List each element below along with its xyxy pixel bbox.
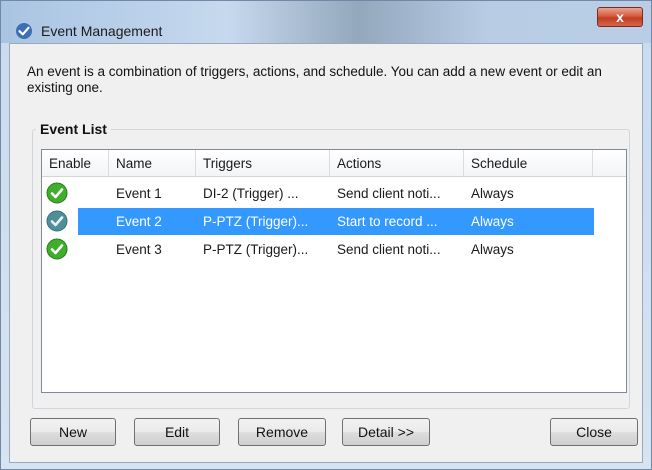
row-schedule: Always	[471, 186, 514, 201]
row-name: Event 2	[116, 214, 162, 229]
row-triggers: P-PTZ (Trigger)...	[203, 214, 309, 229]
row-actions: Send client noti...	[337, 242, 441, 257]
row-name: Event 1	[116, 186, 162, 201]
event-list-view[interactable]: Enable Name Triggers Actions Schedule Ev…	[41, 149, 627, 393]
table-row-selected[interactable]: Event 2 P-PTZ (Trigger)... Start to reco…	[42, 208, 626, 235]
row-schedule: Always	[471, 214, 514, 229]
title-bar[interactable]: Event Management x	[1, 1, 651, 43]
event-management-window: Event Management x An event is a combina…	[0, 0, 652, 470]
enabled-check-icon[interactable]	[46, 238, 68, 260]
close-button[interactable]: Close	[550, 418, 638, 446]
column-header-schedule[interactable]: Schedule	[464, 150, 593, 176]
close-icon: x	[616, 9, 624, 25]
event-list-title: Event List	[36, 121, 111, 137]
description-text: An event is a combination of triggers, a…	[27, 64, 602, 95]
table-row[interactable]: Event 3 P-PTZ (Trigger)... Send client n…	[42, 236, 626, 263]
row-actions: Send client noti...	[337, 186, 441, 201]
remove-button[interactable]: Remove	[238, 418, 326, 446]
enabled-check-icon[interactable]	[46, 210, 68, 232]
column-header-name[interactable]: Name	[109, 150, 196, 176]
edit-button[interactable]: Edit	[134, 418, 220, 446]
list-header: Enable Name Triggers Actions Schedule	[42, 150, 626, 177]
enabled-check-icon[interactable]	[46, 182, 68, 204]
app-shield-icon	[16, 23, 32, 39]
row-schedule: Always	[471, 242, 514, 257]
detail-button[interactable]: Detail >>	[342, 418, 430, 446]
row-triggers: P-PTZ (Trigger)...	[203, 242, 309, 257]
dialog-body: An event is a combination of triggers, a…	[9, 43, 643, 463]
window-close-button[interactable]: x	[597, 7, 643, 27]
row-actions: Start to record ...	[337, 214, 438, 229]
new-button[interactable]: New	[30, 418, 116, 446]
row-triggers: DI-2 (Trigger) ...	[203, 186, 299, 201]
table-row[interactable]: Event 1 DI-2 (Trigger) ... Send client n…	[42, 180, 626, 207]
column-header-enable[interactable]: Enable	[42, 150, 109, 176]
row-name: Event 3	[116, 242, 162, 257]
column-header-actions[interactable]: Actions	[330, 150, 464, 176]
column-header-triggers[interactable]: Triggers	[196, 150, 330, 176]
window-title: Event Management	[41, 23, 163, 39]
